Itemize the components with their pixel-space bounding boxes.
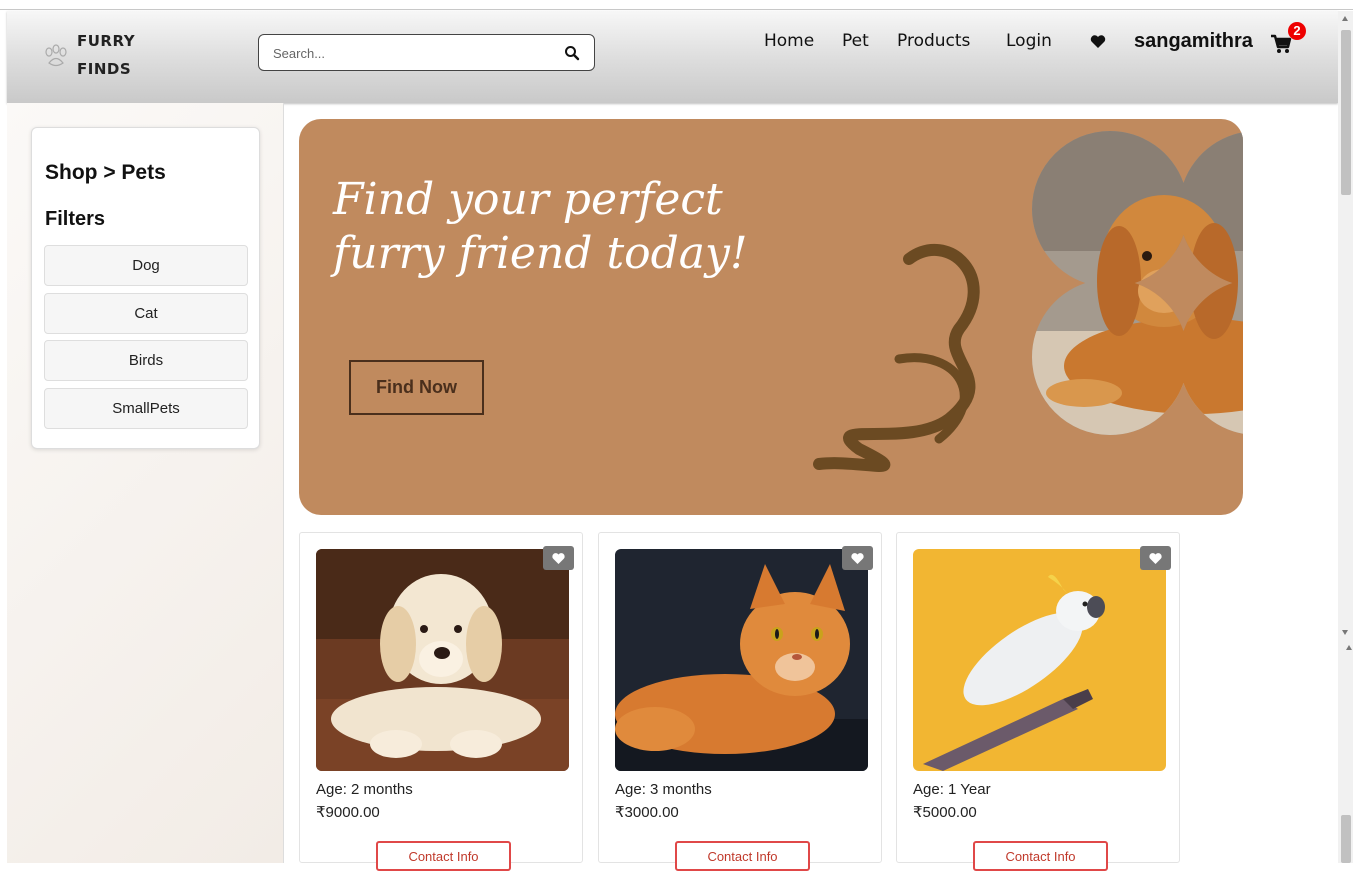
filters-heading: Filters: [45, 208, 106, 230]
scroll-up-arrow-lower[interactable]: [1346, 645, 1352, 650]
contact-info-button[interactable]: Contact Info: [973, 841, 1108, 871]
brand-logo[interactable]: FURRY FINDS: [37, 25, 147, 85]
navbar: FURRY FINDS: [7, 11, 1338, 103]
browser-top-edge: [0, 0, 1353, 10]
nav-pet-link[interactable]: Pet: [842, 31, 869, 51]
filter-dog-button[interactable]: Dog: [44, 245, 248, 286]
heart-icon: [1149, 553, 1162, 564]
pet-price: ₹9000.00: [316, 804, 380, 821]
paw-icon: [45, 44, 67, 67]
brand-name-line2: FINDS: [77, 60, 132, 78]
scroll-down-arrow[interactable]: [1342, 630, 1348, 635]
search-box: [258, 34, 595, 71]
filter-panel: Shop > Pets Filters Dog Cat Birds SmallP…: [31, 127, 260, 449]
contact-info-button[interactable]: Contact Info: [675, 841, 810, 871]
scroll-up-arrow[interactable]: [1342, 16, 1348, 21]
pet-photo-puppy: [316, 549, 569, 771]
username[interactable]: sangamithra: [1134, 30, 1253, 53]
pet-photo-cat: [615, 549, 868, 771]
nav-products-link[interactable]: Products: [897, 31, 970, 51]
scrollbar-thumb[interactable]: [1341, 30, 1351, 195]
search-icon[interactable]: [564, 45, 580, 61]
cart-count-badge: 2: [1288, 22, 1306, 40]
pet-age: Age: 2 months: [316, 781, 413, 798]
filter-smallpets-button[interactable]: SmallPets: [44, 388, 248, 429]
pet-card-bird[interactable]: Age: 1 Year ₹5000.00 Contact Info: [896, 532, 1180, 871]
scrollbar-thumb-lower[interactable]: [1341, 815, 1351, 863]
pet-card-dog[interactable]: Age: 2 months ₹9000.00 Contact Info: [299, 532, 583, 871]
hero-puppy-image: [813, 131, 1243, 472]
heart-icon: [851, 553, 864, 564]
pet-age: Age: 3 months: [615, 781, 712, 798]
contact-info-button[interactable]: Contact Info: [376, 841, 511, 871]
pet-age: Age: 1 Year: [913, 781, 991, 798]
cart-icon[interactable]: [1270, 34, 1292, 54]
favorite-button[interactable]: [842, 546, 873, 570]
heart-icon: [552, 553, 565, 564]
favorite-button[interactable]: [1140, 546, 1171, 570]
pet-price: ₹5000.00: [913, 804, 977, 821]
search-input[interactable]: [273, 43, 543, 63]
wishlist-heart-icon[interactable]: [1090, 34, 1106, 49]
breadcrumb: Shop > Pets: [45, 161, 166, 184]
pet-price: ₹3000.00: [615, 804, 679, 821]
nav-home-link[interactable]: Home: [764, 31, 814, 51]
hero-headline: Find your perfect furry friend today!: [333, 174, 748, 279]
filter-cat-button[interactable]: Cat: [44, 293, 248, 334]
find-now-button[interactable]: Find Now: [349, 360, 484, 415]
filter-birds-button[interactable]: Birds: [44, 340, 248, 381]
hero-banner: Find your perfect furry friend today! Fi…: [299, 119, 1243, 515]
pet-photo-cockatoo: [913, 549, 1166, 771]
nav-login-link[interactable]: Login: [1006, 31, 1052, 51]
pet-card-cat[interactable]: Age: 3 months ₹3000.00 Contact Info: [598, 532, 882, 871]
favorite-button[interactable]: [543, 546, 574, 570]
brand-name-line1: FURRY: [77, 32, 136, 50]
